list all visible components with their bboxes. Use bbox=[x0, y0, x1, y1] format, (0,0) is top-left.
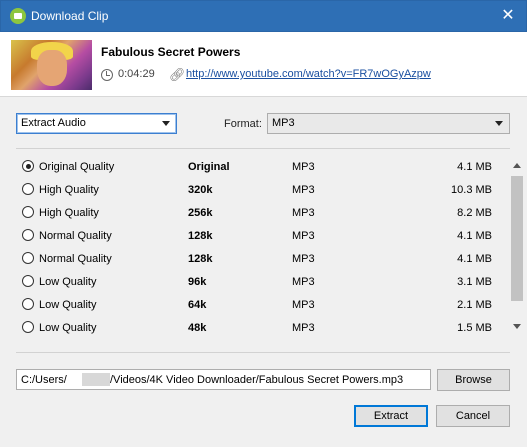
quality-row[interactable]: Low Quality 64k MP3 2.1 MB bbox=[16, 294, 510, 317]
quality-bitrate: 256k bbox=[188, 207, 213, 219]
quality-row[interactable]: High Quality 256k MP3 8.2 MB bbox=[16, 202, 510, 225]
radio-button[interactable] bbox=[22, 229, 34, 241]
quality-format: MP3 bbox=[292, 161, 315, 173]
quality-name: Low Quality bbox=[39, 299, 97, 311]
quality-format: MP3 bbox=[292, 276, 315, 288]
save-path-input[interactable]: C:/Users/ /Videos/4K Video Downloader/Fa… bbox=[16, 369, 431, 390]
quality-list-scrollbar[interactable] bbox=[510, 158, 524, 338]
redacted-username bbox=[82, 373, 110, 386]
quality-size: 1.5 MB bbox=[457, 322, 492, 334]
scroll-thumb[interactable] bbox=[511, 176, 523, 301]
radio-button[interactable] bbox=[22, 206, 34, 218]
quality-format: MP3 bbox=[292, 184, 315, 196]
quality-list: Original Quality Original MP3 4.1 MB Hig… bbox=[16, 155, 510, 340]
format-select-value: MP3 bbox=[272, 117, 295, 129]
quality-size: 10.3 MB bbox=[451, 184, 492, 196]
quality-format: MP3 bbox=[292, 299, 315, 311]
quality-bitrate: 96k bbox=[188, 276, 207, 288]
quality-size: 3.1 MB bbox=[457, 276, 492, 288]
clip-header: Fabulous Secret Powers 0:04:29 🔗︎ http:/… bbox=[0, 32, 527, 97]
quality-size: 4.1 MB bbox=[457, 161, 492, 173]
scroll-down-icon[interactable] bbox=[513, 324, 521, 329]
quality-bitrate: 128k bbox=[188, 253, 213, 265]
quality-row[interactable]: Normal Quality 128k MP3 4.1 MB bbox=[16, 248, 510, 271]
quality-bitrate: 64k bbox=[188, 299, 207, 311]
quality-bitrate: 320k bbox=[188, 184, 213, 196]
format-select[interactable]: MP3 bbox=[267, 113, 510, 134]
close-icon[interactable]: ✕ bbox=[498, 6, 518, 26]
link-icon: 🔗︎ bbox=[169, 67, 186, 82]
divider bbox=[16, 352, 510, 353]
clip-url-link[interactable]: http://www.youtube.com/watch?v=FR7wOGyAz… bbox=[186, 68, 431, 80]
quality-format: MP3 bbox=[292, 322, 315, 334]
browse-button[interactable]: Browse bbox=[437, 369, 510, 391]
app-logo-icon bbox=[10, 8, 26, 24]
quality-name: Low Quality bbox=[39, 276, 97, 288]
quality-bitrate: 48k bbox=[188, 322, 207, 334]
extract-button[interactable]: Extract bbox=[354, 405, 428, 427]
radio-button[interactable] bbox=[22, 183, 34, 195]
clip-title: Fabulous Secret Powers bbox=[101, 45, 241, 59]
quality-format: MP3 bbox=[292, 230, 315, 242]
radio-button[interactable] bbox=[22, 275, 34, 287]
quality-name: Low Quality bbox=[39, 322, 97, 334]
quality-bitrate: Original bbox=[188, 161, 230, 173]
quality-row[interactable]: Low Quality 48k MP3 1.5 MB bbox=[16, 317, 510, 340]
mode-select[interactable]: Extract Audio bbox=[16, 113, 177, 134]
quality-size: 2.1 MB bbox=[457, 299, 492, 311]
format-label: Format: bbox=[224, 118, 262, 130]
divider bbox=[16, 148, 510, 149]
title-bar[interactable]: Download Clip ✕ bbox=[0, 0, 527, 32]
clock-icon bbox=[101, 69, 113, 81]
chevron-down-icon bbox=[162, 121, 170, 126]
quality-size: 4.1 MB bbox=[457, 253, 492, 265]
radio-button[interactable] bbox=[22, 160, 34, 172]
quality-row[interactable]: Original Quality Original MP3 4.1 MB bbox=[16, 156, 510, 179]
quality-name: Original Quality bbox=[39, 161, 115, 173]
video-thumbnail bbox=[11, 40, 92, 90]
thumbnail-face bbox=[37, 50, 67, 86]
scroll-up-icon[interactable] bbox=[513, 163, 521, 168]
save-path-suffix: /Videos/4K Video Downloader/Fabulous Sec… bbox=[110, 374, 404, 386]
mode-select-value: Extract Audio bbox=[21, 117, 86, 129]
quality-name: Normal Quality bbox=[39, 230, 112, 242]
quality-name: High Quality bbox=[39, 207, 99, 219]
cancel-button[interactable]: Cancel bbox=[436, 405, 510, 427]
chevron-down-icon bbox=[495, 121, 503, 126]
quality-row[interactable]: Normal Quality 128k MP3 4.1 MB bbox=[16, 225, 510, 248]
save-path-prefix: C:/Users/ bbox=[21, 374, 67, 386]
window-title: Download Clip bbox=[31, 9, 109, 23]
clip-duration: 0:04:29 bbox=[118, 68, 155, 80]
quality-format: MP3 bbox=[292, 207, 315, 219]
radio-button[interactable] bbox=[22, 298, 34, 310]
quality-size: 4.1 MB bbox=[457, 230, 492, 242]
quality-bitrate: 128k bbox=[188, 230, 213, 242]
quality-size: 8.2 MB bbox=[457, 207, 492, 219]
radio-button[interactable] bbox=[22, 321, 34, 333]
radio-button[interactable] bbox=[22, 252, 34, 264]
quality-row[interactable]: Low Quality 96k MP3 3.1 MB bbox=[16, 271, 510, 294]
quality-name: Normal Quality bbox=[39, 253, 112, 265]
quality-name: High Quality bbox=[39, 184, 99, 196]
quality-row[interactable]: High Quality 320k MP3 10.3 MB bbox=[16, 179, 510, 202]
quality-format: MP3 bbox=[292, 253, 315, 265]
